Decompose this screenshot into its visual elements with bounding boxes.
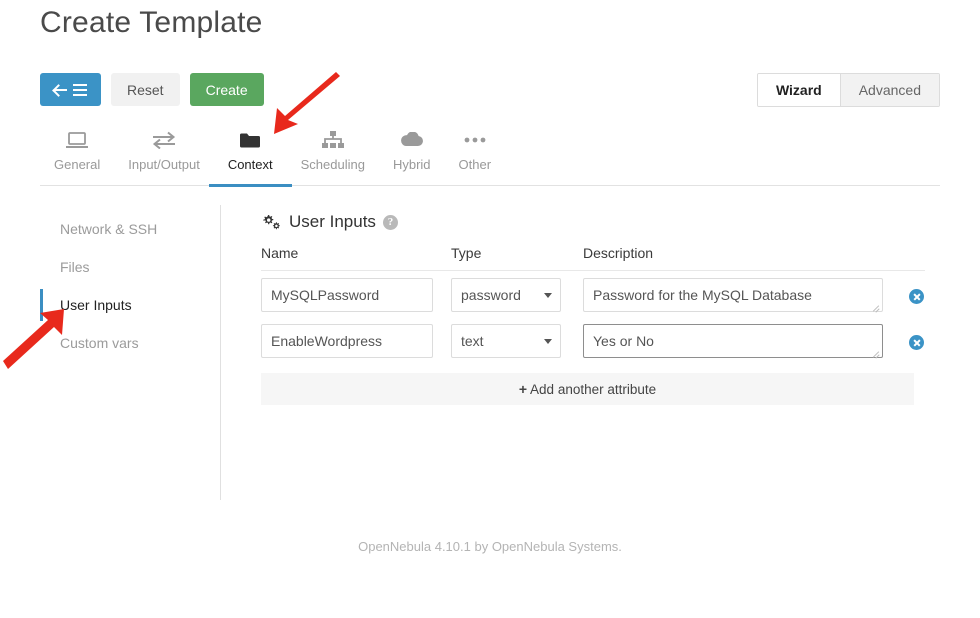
wizard-mode-button[interactable]: Wizard xyxy=(757,74,840,106)
active-tab-indicator xyxy=(209,184,292,187)
remove-circle-icon[interactable] xyxy=(909,289,924,304)
cell-type: password xyxy=(451,271,583,318)
tab-other[interactable]: Other xyxy=(445,128,506,172)
plus-icon: + xyxy=(518,381,528,397)
cell-description: Password for the MySQL Database xyxy=(583,271,883,318)
template-tabs: General Input/Output Context Scheduling xyxy=(40,128,940,186)
tab-other-label: Other xyxy=(458,157,492,172)
tab-general[interactable]: General xyxy=(40,128,114,172)
table-header: Name Type Description xyxy=(261,245,925,271)
column-header-type: Type xyxy=(451,245,583,271)
tab-input-output[interactable]: Input/Output xyxy=(114,128,214,172)
cell-actions xyxy=(883,317,925,363)
user-inputs-table: Name Type Description password xyxy=(261,245,925,363)
table-body: password Password for the MySQL Database xyxy=(261,271,925,364)
footer-text: OpenNebula 4.10.1 by OpenNebula Systems. xyxy=(358,539,622,554)
cell-actions xyxy=(883,271,925,318)
sidebar-item-user-inputs[interactable]: User Inputs xyxy=(40,286,220,324)
sidebar-item-label: Network & SSH xyxy=(60,221,158,237)
textarea-description[interactable]: Password for the MySQL Database xyxy=(583,278,883,312)
sidebar-item-network-ssh[interactable]: Network & SSH xyxy=(40,210,220,248)
reset-button[interactable]: Reset xyxy=(111,73,180,106)
sidebar-item-label: Custom vars xyxy=(60,335,139,351)
panel-header: User Inputs ? xyxy=(261,212,925,232)
page-title: Create Template xyxy=(40,6,263,39)
exchange-icon xyxy=(152,128,176,152)
user-inputs-panel: User Inputs ? Name Type Description MySQ… xyxy=(261,212,925,405)
cell-name xyxy=(261,317,451,363)
sidebar-item-files[interactable]: Files xyxy=(40,248,220,286)
tab-scheduling-label: Scheduling xyxy=(300,157,365,172)
create-template-page: Create Template Reset Create Wizard Adva… xyxy=(0,0,980,618)
cloud-icon xyxy=(400,128,424,152)
sidebar-item-label: User Inputs xyxy=(60,297,132,313)
description-wrapper: Yes or No xyxy=(583,324,883,363)
sidebar-divider xyxy=(220,205,221,500)
create-button[interactable]: Create xyxy=(189,73,264,106)
advanced-mode-button[interactable]: Advanced xyxy=(840,74,939,106)
context-sidebar: Network & SSH Files User Inputs Custom v… xyxy=(40,210,220,362)
textarea-description[interactable]: Yes or No xyxy=(583,324,883,358)
input-name[interactable] xyxy=(261,324,433,358)
ellipsis-icon xyxy=(464,128,486,152)
cell-name xyxy=(261,271,451,318)
type-select-wrapper: password xyxy=(451,278,561,312)
tab-hybrid[interactable]: Hybrid xyxy=(379,128,445,172)
column-header-description: Description xyxy=(583,245,883,271)
list-icon xyxy=(73,83,87,96)
column-header-actions xyxy=(883,245,925,271)
input-name[interactable] xyxy=(261,278,433,312)
tab-scheduling[interactable]: Scheduling xyxy=(287,128,379,172)
cell-description: Yes or No xyxy=(583,317,883,363)
laptop-icon xyxy=(66,128,89,152)
arrow-left-icon xyxy=(54,83,67,96)
mode-toggle: Wizard Advanced xyxy=(756,73,940,107)
tab-hybrid-label: Hybrid xyxy=(392,157,431,172)
table-header-row: Name Type Description xyxy=(261,245,925,271)
tab-general-label: General xyxy=(54,157,101,172)
select-type[interactable]: password xyxy=(451,278,561,312)
gears-icon xyxy=(261,213,282,231)
select-type[interactable]: text xyxy=(451,324,561,358)
remove-circle-icon[interactable] xyxy=(909,335,924,350)
tabs-divider xyxy=(40,185,940,186)
table-row: password Password for the MySQL Database xyxy=(261,271,925,318)
tab-context-label: Context xyxy=(227,157,273,172)
cell-type: text xyxy=(451,317,583,363)
sitemap-icon xyxy=(321,128,344,152)
help-circle-icon[interactable]: ? xyxy=(382,214,398,230)
tab-input-output-label: Input/Output xyxy=(128,157,200,172)
add-another-attribute-label: Add another attribute xyxy=(530,381,657,397)
type-select-wrapper: text xyxy=(451,324,561,358)
description-wrapper: Password for the MySQL Database xyxy=(583,278,883,317)
back-to-list-button[interactable] xyxy=(40,73,101,106)
folder-icon xyxy=(239,128,261,152)
tab-context[interactable]: Context xyxy=(214,128,287,172)
action-bar: Reset Create xyxy=(40,73,264,106)
column-header-name: Name xyxy=(261,245,451,271)
add-another-attribute-button[interactable]: + Add another attribute xyxy=(261,373,914,405)
panel-title: User Inputs xyxy=(289,212,376,231)
sidebar-item-custom-vars[interactable]: Custom vars xyxy=(40,324,220,362)
sidebar-item-label: Files xyxy=(60,259,90,275)
table-row: text Yes or No xyxy=(261,317,925,363)
